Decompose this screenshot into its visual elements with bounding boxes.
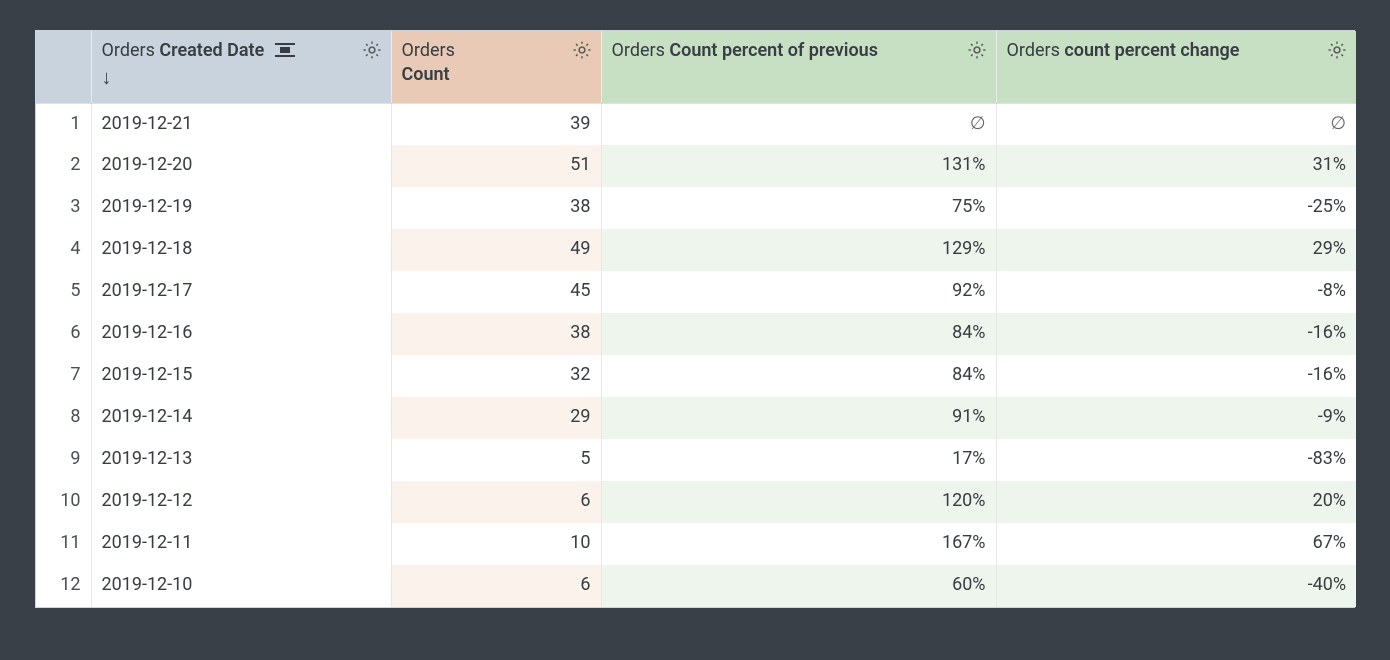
cell-percent-of-previous: 84% [601,355,996,397]
gear-icon[interactable] [361,39,383,61]
cell-percent-change: ∅ [996,103,1356,145]
cell-percent-change: -8% [996,271,1356,313]
cell-created-date: 2019-12-17 [91,271,391,313]
table-row[interactable]: 22019-12-2051131%31% [36,145,1356,187]
cell-percent-change: -16% [996,313,1356,355]
cell-created-date: 2019-12-13 [91,439,391,481]
table-row[interactable]: 112019-12-1110167%67% [36,523,1356,565]
header-orders-count[interactable]: Orders Count [391,31,601,103]
header-index [36,31,91,103]
row-index: 6 [36,313,91,355]
null-icon: ∅ [970,113,986,134]
table-row[interactable]: 12019-12-2139 ∅ ∅ [36,103,1356,145]
row-index: 10 [36,481,91,523]
gear-icon[interactable] [571,39,593,61]
data-table: Orders Created Date ↓ Orders Count [36,31,1356,607]
cell-orders-count: 5 [391,439,601,481]
gear-icon[interactable] [966,39,988,61]
header-orders-count-prefix: Orders [402,40,455,61]
cell-created-date: 2019-12-21 [91,103,391,145]
row-index: 9 [36,439,91,481]
cell-orders-count: 6 [391,481,601,523]
header-created-date[interactable]: Orders Created Date ↓ [91,31,391,103]
table-row[interactable]: 32019-12-193875%-25% [36,187,1356,229]
cell-percent-change: 29% [996,229,1356,271]
cell-percent-change: -83% [996,439,1356,481]
cell-percent-change: -25% [996,187,1356,229]
cell-orders-count: 49 [391,229,601,271]
cell-percent-change: 20% [996,481,1356,523]
cell-percent-of-previous: 91% [601,397,996,439]
null-icon: ∅ [1330,113,1346,134]
cell-created-date: 2019-12-12 [91,481,391,523]
row-index: 3 [36,187,91,229]
cell-created-date: 2019-12-11 [91,523,391,565]
table-row[interactable]: 52019-12-174592%-8% [36,271,1356,313]
cell-percent-of-previous: 167% [601,523,996,565]
row-index: 5 [36,271,91,313]
header-percent-change[interactable]: Orders count percent change [996,31,1356,103]
cell-orders-count: 10 [391,523,601,565]
sort-descending-icon: ↓ [102,67,297,87]
header-percent-of-previous-prefix: Orders [612,40,670,61]
table-row[interactable]: 82019-12-142991%-9% [36,397,1356,439]
header-orders-count-main: Count [402,64,450,85]
table-row[interactable]: 102019-12-126120%20% [36,481,1356,523]
cell-percent-of-previous: 120% [601,481,996,523]
header-percent-of-previous-main: Count percent of previous [669,40,878,61]
row-index: 12 [36,565,91,607]
cell-created-date: 2019-12-19 [91,187,391,229]
table-row[interactable]: 62019-12-163884%-16% [36,313,1356,355]
header-percent-of-previous[interactable]: Orders Count percent of previous [601,31,996,103]
gear-icon[interactable] [1326,39,1348,61]
cell-created-date: 2019-12-10 [91,565,391,607]
header-percent-change-prefix: Orders [1007,40,1065,61]
cell-percent-change: 67% [996,523,1356,565]
cell-percent-of-previous: 17% [601,439,996,481]
table-row[interactable]: 72019-12-153284%-16% [36,355,1356,397]
cell-percent-of-previous: 84% [601,313,996,355]
cell-created-date: 2019-12-18 [91,229,391,271]
header-percent-change-main: count percent change [1064,40,1239,61]
cell-percent-of-previous: 92% [601,271,996,313]
row-index: 2 [36,145,91,187]
header-created-date-main: Created Date [159,40,264,61]
data-table-frame: Orders Created Date ↓ Orders Count [35,30,1355,608]
row-index: 7 [36,355,91,397]
cell-percent-of-previous: 129% [601,229,996,271]
cell-orders-count: 32 [391,355,601,397]
cell-orders-count: 38 [391,313,601,355]
cell-percent-of-previous: 131% [601,145,996,187]
cell-orders-count: 29 [391,397,601,439]
row-index: 8 [36,397,91,439]
cell-orders-count: 45 [391,271,601,313]
cell-percent-of-previous: ∅ [601,103,996,145]
cell-percent-of-previous: 60% [601,565,996,607]
cell-orders-count: 51 [391,145,601,187]
cell-created-date: 2019-12-16 [91,313,391,355]
pivot-icon [275,42,297,58]
cell-orders-count: 38 [391,187,601,229]
cell-percent-change: -16% [996,355,1356,397]
cell-percent-change: 31% [996,145,1356,187]
cell-percent-change: -40% [996,565,1356,607]
table-row[interactable]: 92019-12-13517%-83% [36,439,1356,481]
row-index: 4 [36,229,91,271]
table-row[interactable]: 122019-12-10660%-40% [36,565,1356,607]
row-index: 11 [36,523,91,565]
cell-created-date: 2019-12-20 [91,145,391,187]
cell-percent-of-previous: 75% [601,187,996,229]
row-index: 1 [36,103,91,145]
cell-orders-count: 39 [391,103,601,145]
cell-percent-change: -9% [996,397,1356,439]
cell-created-date: 2019-12-14 [91,397,391,439]
table-row[interactable]: 42019-12-1849129%29% [36,229,1356,271]
cell-created-date: 2019-12-15 [91,355,391,397]
header-created-date-prefix: Orders [102,40,160,61]
cell-orders-count: 6 [391,565,601,607]
